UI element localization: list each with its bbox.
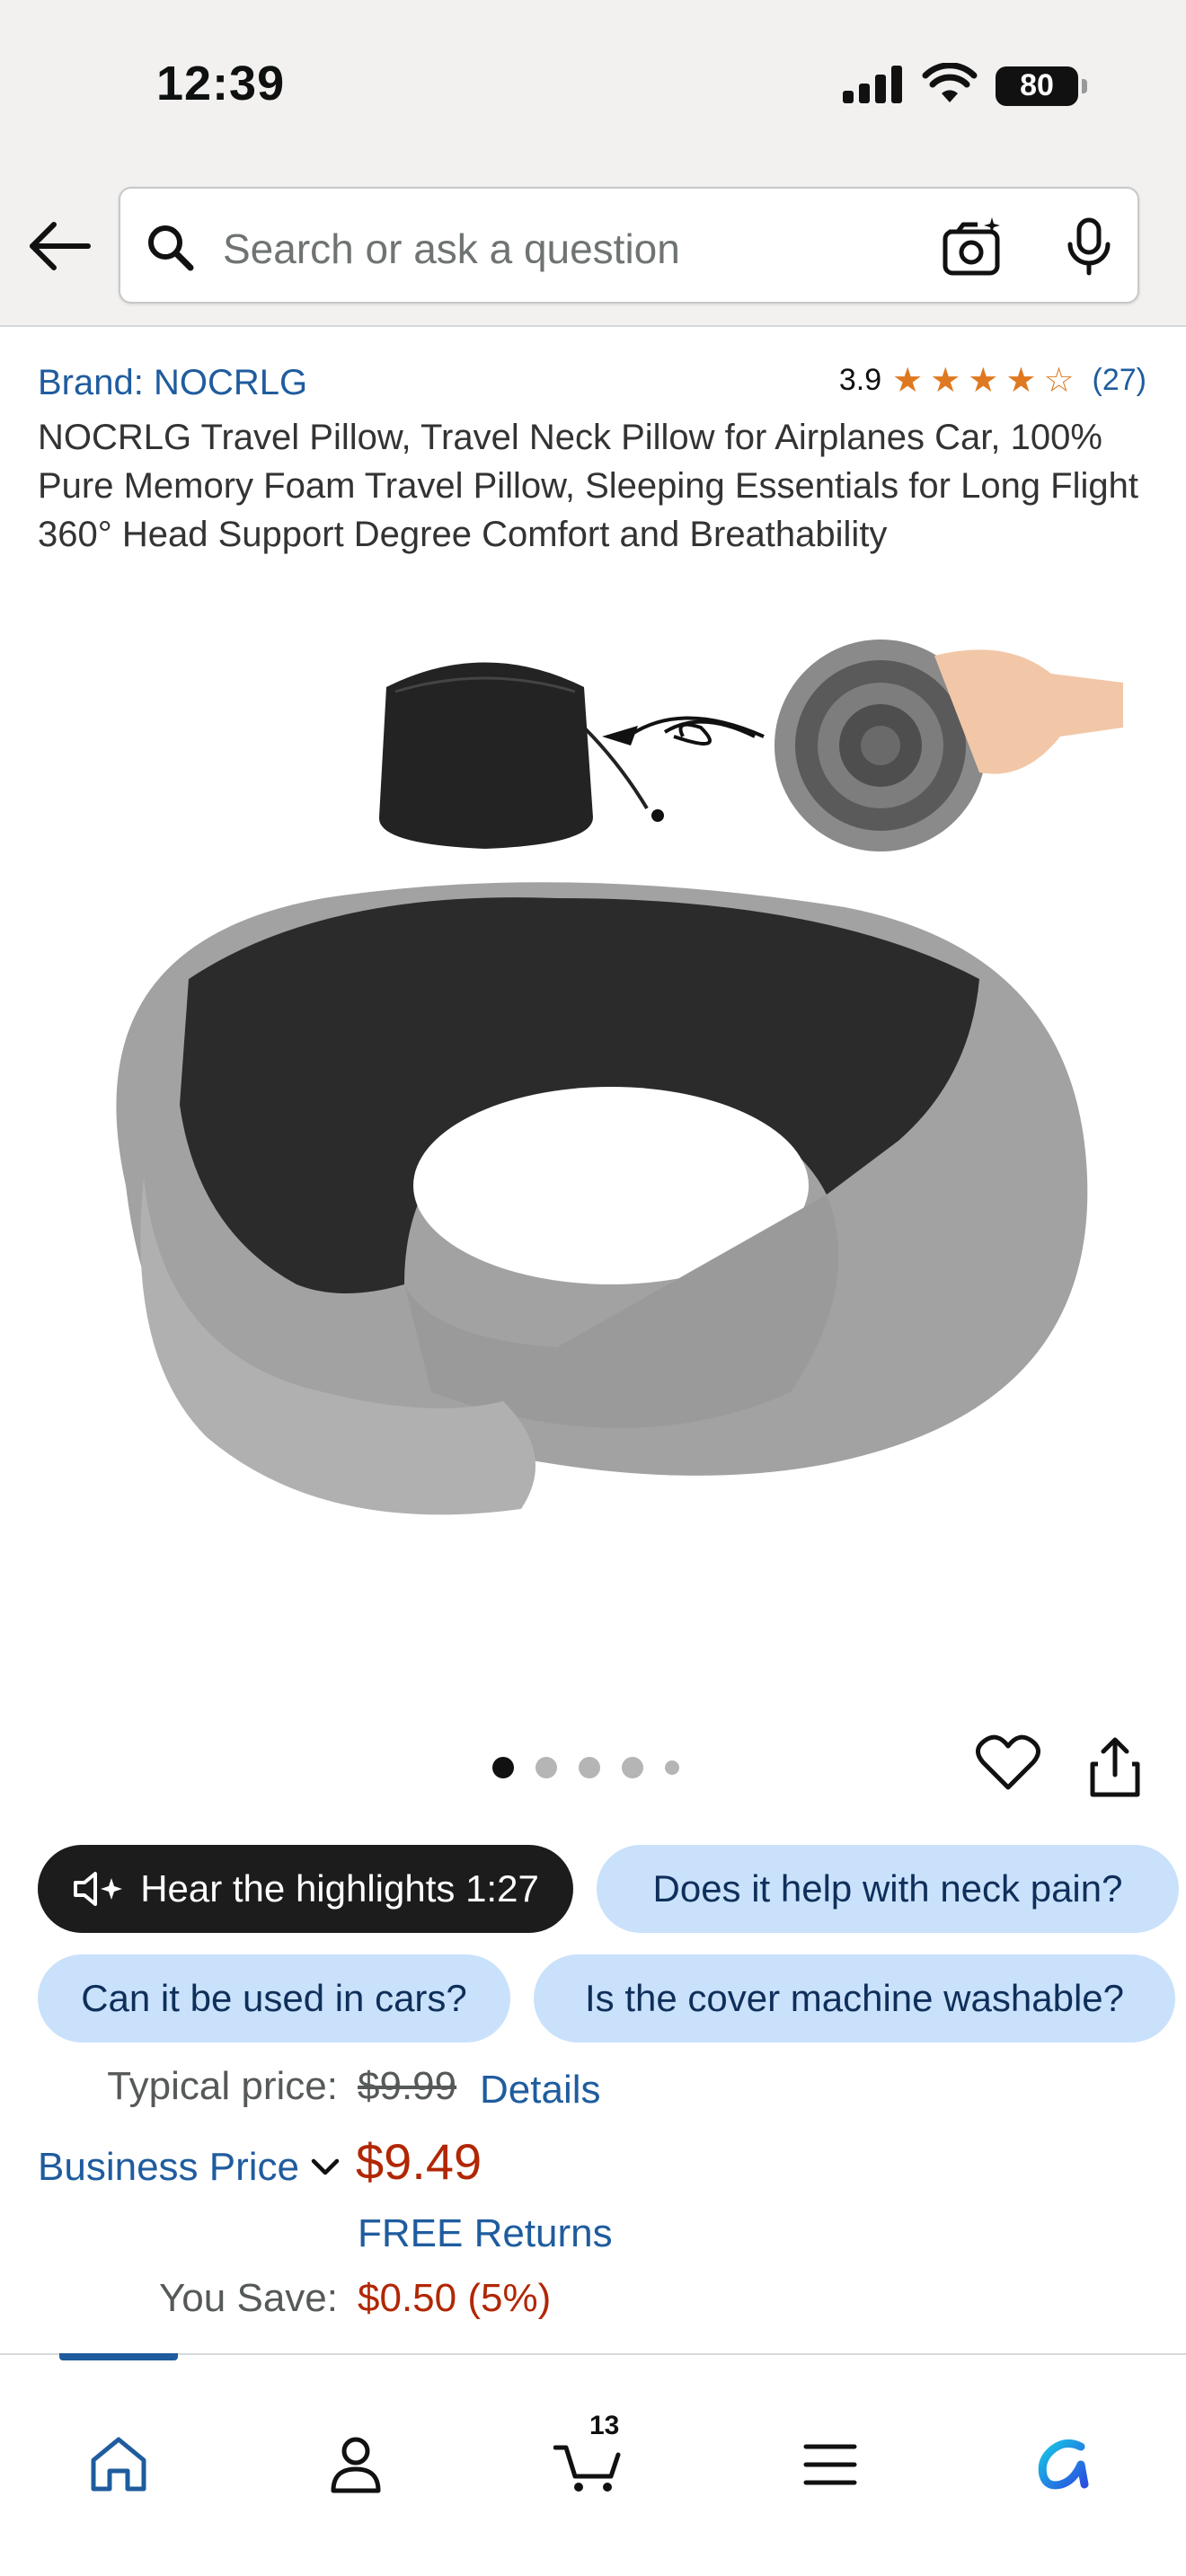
star-full-icon: ★ bbox=[1005, 361, 1037, 400]
heart-icon bbox=[976, 1734, 1040, 1790]
microphone-icon[interactable] bbox=[1064, 217, 1114, 281]
share-icon bbox=[1090, 1737, 1140, 1797]
tab-home[interactable] bbox=[74, 2420, 164, 2510]
typical-price-label: Typical price: bbox=[107, 2064, 338, 2108]
rating-value: 3.9 bbox=[838, 363, 882, 397]
star-full-icon: ★ bbox=[930, 361, 961, 400]
star-full-icon: ★ bbox=[892, 361, 924, 400]
back-arrow-icon bbox=[30, 222, 91, 270]
hamburger-menu-icon bbox=[803, 2444, 857, 2485]
product-image[interactable] bbox=[54, 602, 1132, 1662]
neck-pillow-illustration bbox=[116, 882, 1088, 1515]
storage-bag-illustration bbox=[378, 662, 664, 849]
home-icon bbox=[91, 2437, 146, 2492]
star-empty-icon: ☆ bbox=[1043, 361, 1075, 400]
speaker-sparkle-icon bbox=[74, 1872, 123, 1906]
battery-icon: 80 bbox=[996, 66, 1087, 106]
wishlist-heart-button[interactable] bbox=[976, 1734, 1040, 1795]
typical-price-value: $9.99 bbox=[358, 2064, 457, 2108]
search-header: Search or ask a question bbox=[0, 171, 1186, 327]
carousel-dot[interactable] bbox=[492, 1757, 514, 1778]
person-icon bbox=[331, 2437, 381, 2493]
hear-highlights-button[interactable]: Hear the highlights 1:27 bbox=[38, 1845, 573, 1933]
carousel-dot[interactable] bbox=[535, 1757, 557, 1778]
rolled-pillow-illustration bbox=[774, 640, 1123, 851]
back-button[interactable] bbox=[23, 210, 95, 282]
rufus-ai-icon bbox=[1038, 2439, 1089, 2490]
tab-cart[interactable]: 13 bbox=[544, 2411, 634, 2510]
battery-level: 80 bbox=[1020, 68, 1054, 102]
hear-highlights-label: Hear the highlights 1:27 bbox=[140, 1867, 539, 1910]
rating-summary[interactable]: 3.9 ★ ★ ★ ★ ☆ (27) bbox=[839, 363, 1146, 398]
price-details-link[interactable]: Details bbox=[480, 2068, 601, 2113]
active-tab-indicator bbox=[59, 2353, 178, 2360]
free-returns-link[interactable]: FREE Returns bbox=[358, 2211, 613, 2256]
wifi-icon bbox=[922, 62, 978, 109]
search-icon bbox=[146, 223, 196, 278]
carousel-dot[interactable] bbox=[665, 1760, 679, 1775]
status-indicators: 80 bbox=[841, 62, 1087, 109]
image-carousel-dots[interactable] bbox=[492, 1757, 679, 1778]
tab-account[interactable] bbox=[311, 2420, 401, 2510]
camera-lens-icon[interactable] bbox=[942, 216, 1005, 281]
share-button[interactable] bbox=[1087, 1735, 1143, 1803]
rating-count[interactable]: (27) bbox=[1093, 363, 1146, 398]
cart-icon bbox=[553, 2445, 621, 2492]
brand-link[interactable]: Brand: NOCRLG bbox=[38, 363, 307, 403]
search-input[interactable]: Search or ask a question bbox=[119, 187, 1139, 304]
status-bar: 12:39 80 bbox=[0, 0, 1186, 171]
question-chip-neck-pain[interactable]: Does it help with neck pain? bbox=[597, 1845, 1179, 1933]
question-chip-cars[interactable]: Can it be used in cars? bbox=[38, 1954, 510, 2042]
status-time: 12:39 bbox=[156, 57, 286, 110]
business-price-toggle[interactable]: Business Price bbox=[38, 2145, 341, 2190]
product-title: NOCRLG Travel Pillow, Travel Neck Pillow… bbox=[38, 418, 1138, 554]
you-save-label: You Save: bbox=[159, 2276, 338, 2320]
signal-icon bbox=[841, 64, 904, 108]
question-chip-washable[interactable]: Is the cover machine washable? bbox=[534, 1954, 1175, 2042]
bottom-tab-bar: 13 bbox=[0, 2353, 1186, 2576]
price-value: $9.49 bbox=[356, 2133, 482, 2190]
search-placeholder: Search or ask a question bbox=[223, 225, 680, 272]
carousel-dot[interactable] bbox=[622, 1757, 643, 1778]
cart-count-badge: 13 bbox=[589, 2411, 620, 2440]
chevron-down-icon bbox=[311, 2158, 340, 2175]
you-save-value: $0.50 (5%) bbox=[358, 2276, 552, 2320]
carousel-dot[interactable] bbox=[579, 1757, 600, 1778]
tab-rufus-assistant[interactable] bbox=[1021, 2420, 1111, 2510]
star-full-icon: ★ bbox=[968, 361, 999, 400]
tab-menu[interactable] bbox=[785, 2420, 875, 2510]
business-price-label: Business Price bbox=[38, 2145, 300, 2189]
